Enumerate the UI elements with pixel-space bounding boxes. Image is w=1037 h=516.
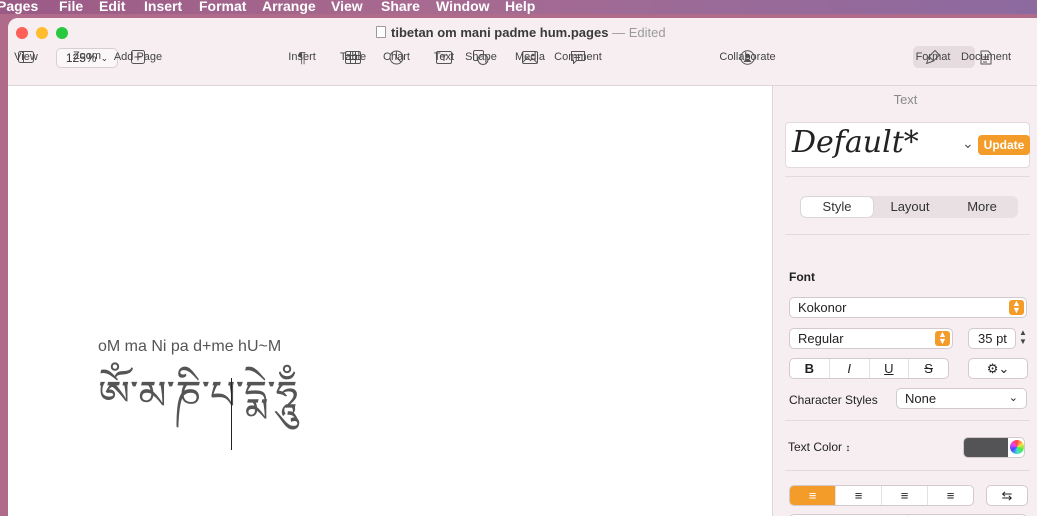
- collaborate-button[interactable]: Collaborate: [719, 48, 776, 66]
- edited-status: Edited: [628, 25, 666, 40]
- menu-arrange[interactable]: Arrange: [262, 0, 316, 14]
- bold-button[interactable]: B: [790, 359, 830, 378]
- tab-more[interactable]: More: [946, 196, 1018, 218]
- font-size-stepper[interactable]: ▲ ▼: [1018, 328, 1028, 350]
- chevron-down-icon: ⌄: [100, 52, 109, 63]
- format-inspector: Text Default* ⌄ Update Style Layout More…: [772, 86, 1037, 516]
- document-button[interactable]: Document: [961, 48, 1011, 66]
- menu-share[interactable]: Share: [381, 0, 420, 14]
- chevron-down-icon[interactable]: ⌄: [962, 135, 974, 152]
- menu-edit[interactable]: Edit: [99, 0, 125, 14]
- document-name: tibetan om mani padme hum.pages: [391, 25, 609, 40]
- text-color-label[interactable]: Text Color ↕: [788, 440, 850, 454]
- text-cursor: [231, 378, 232, 450]
- tibetan-text[interactable]: ཨོཾ་མ་ཎི་པ་དྨེ་ཧཱུྃ: [98, 368, 298, 424]
- add-page-button[interactable]: Add Page: [114, 48, 162, 66]
- tab-layout[interactable]: Layout: [874, 196, 946, 218]
- menu-file[interactable]: File: [59, 0, 83, 14]
- title-separator: —: [612, 25, 626, 40]
- strikethrough-button[interactable]: S: [909, 359, 948, 378]
- color-wheel-icon[interactable]: [1010, 440, 1024, 454]
- gear-icon: ⚙⌄: [986, 361, 1010, 376]
- align-center-button[interactable]: ≡: [836, 486, 882, 505]
- underline-button[interactable]: U: [870, 359, 910, 378]
- media-button[interactable]: Media: [515, 48, 545, 66]
- updown-chevron-icon: ▲ ▼: [1009, 299, 1024, 315]
- character-styles-popup[interactable]: None ⌄: [896, 388, 1027, 409]
- toolbar: tibetan om mani padme hum.pages — Edited…: [8, 18, 1037, 86]
- menu-window[interactable]: Window: [436, 0, 490, 14]
- font-emphasis-buttons: B I U S: [789, 358, 949, 379]
- divider: [785, 234, 1030, 235]
- character-styles-label: Character Styles: [789, 393, 878, 407]
- text-button[interactable]: Text: [434, 48, 454, 66]
- tab-style[interactable]: Style: [801, 197, 873, 217]
- divider: [785, 470, 1030, 471]
- swap-direction-icon: ⇆: [1001, 488, 1013, 503]
- divider: [785, 420, 1030, 421]
- zoom-window-button[interactable]: [56, 27, 68, 39]
- italic-button[interactable]: I: [830, 359, 870, 378]
- menu-view[interactable]: View: [331, 0, 363, 14]
- chart-button[interactable]: Chart: [383, 48, 410, 66]
- close-button[interactable]: [16, 27, 28, 39]
- menu-app[interactable]: Pages: [0, 0, 38, 14]
- document-canvas[interactable]: oM ma Ni pa d+me hU~M ཨོཾ་མ་ཎི་པ་དྨེ་ཧཱུ…: [8, 86, 772, 516]
- updown-chevron-icon: ↕: [845, 443, 851, 454]
- format-button[interactable]: Format: [916, 48, 950, 66]
- paragraph-style-selector[interactable]: Default* ⌄ Update: [785, 122, 1030, 168]
- justify-button[interactable]: ≡: [928, 486, 973, 505]
- document-icon: [376, 26, 386, 38]
- divider: [785, 176, 1030, 177]
- font-style-popup[interactable]: Regular ▲ ▼: [789, 328, 953, 349]
- menu-format[interactable]: Format: [199, 0, 246, 14]
- text-direction-button[interactable]: ⇆: [986, 485, 1028, 506]
- align-right-button[interactable]: ≡: [882, 486, 928, 505]
- paragraph-style-name: Default*: [792, 125, 919, 160]
- inspector-title: Text: [893, 92, 918, 107]
- menu-bar: Pages File Edit Insert Format Arrange Vi…: [0, 0, 1037, 14]
- text-tabs: Style Layout More: [800, 196, 1018, 218]
- font-size-field[interactable]: 35 pt: [968, 328, 1016, 349]
- menu-insert[interactable]: Insert: [144, 0, 182, 14]
- font-name-popup[interactable]: Kokonor ▲ ▼: [789, 297, 1027, 318]
- update-style-button[interactable]: Update: [978, 135, 1030, 155]
- minimize-button[interactable]: [36, 27, 48, 39]
- view-button[interactable]: View: [14, 48, 38, 66]
- text-color-well[interactable]: [963, 437, 1025, 458]
- table-button[interactable]: Table: [340, 48, 366, 66]
- updown-chevron-icon: ▲ ▼: [935, 330, 950, 346]
- text-color-swatch[interactable]: [964, 438, 1008, 457]
- window-title: tibetan om mani padme hum.pages — Edited: [376, 25, 666, 40]
- transliteration-text[interactable]: oM ma Ni pa d+me hU~M: [98, 338, 281, 356]
- chevron-down-icon: ⌄: [1008, 392, 1018, 404]
- font-section-label: Font: [789, 270, 815, 284]
- advanced-font-options[interactable]: ⚙⌄: [968, 358, 1028, 379]
- insert-button[interactable]: ¶ Insert: [288, 48, 316, 66]
- align-left-button[interactable]: ≡: [790, 486, 836, 505]
- shape-button[interactable]: Shape: [465, 48, 497, 66]
- menu-help[interactable]: Help: [505, 0, 535, 14]
- zoom-control[interactable]: 125% ⌄ Zoom: [56, 48, 118, 68]
- pages-window: tibetan om mani padme hum.pages — Edited…: [8, 18, 1037, 516]
- alignment-buttons: ≡ ≡ ≡ ≡: [789, 485, 974, 506]
- comment-button[interactable]: Comment: [554, 48, 602, 66]
